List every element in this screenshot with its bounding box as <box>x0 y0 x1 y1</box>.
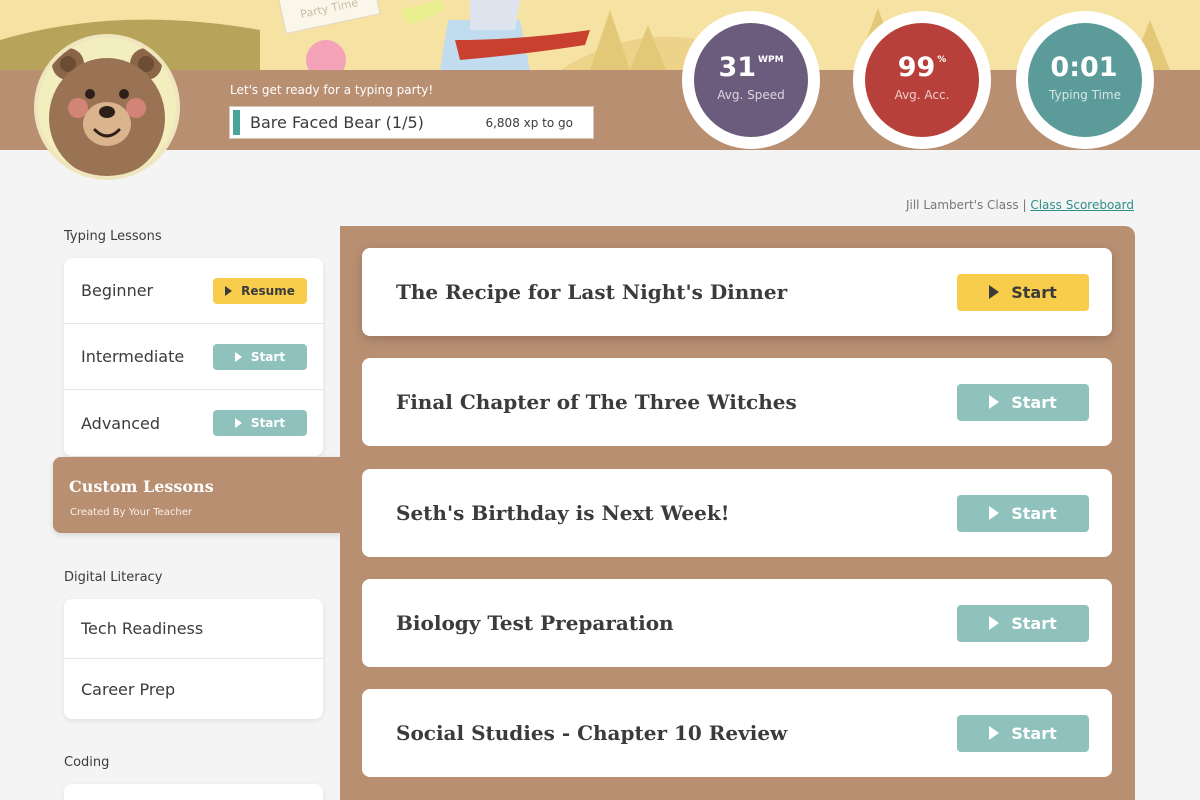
speed-label: Avg. Speed <box>717 88 785 102</box>
play-icon <box>989 285 1000 299</box>
sidebar-item-beginner[interactable]: Beginner Resume <box>64 258 323 324</box>
lesson-card[interactable]: The Recipe for Last Night's Dinner Start <box>362 248 1112 336</box>
start-lesson-button-label: Start <box>1011 613 1057 633</box>
level-accent <box>233 110 240 135</box>
typing-time-stat: 0:01 Typing Time <box>1016 11 1154 149</box>
header: Party Time Let's get ready for a typing … <box>0 0 1200 150</box>
play-icon <box>989 726 1000 740</box>
play-icon <box>989 395 1000 409</box>
typing-lessons-heading: Typing Lessons <box>64 229 162 244</box>
bear-icon <box>38 38 176 176</box>
play-icon <box>989 506 1000 520</box>
start-lesson-button[interactable]: Start <box>957 383 1089 421</box>
lesson-title: Social Studies - Chapter 10 Review <box>396 721 788 745</box>
play-icon <box>989 616 1000 630</box>
sidebar-item-custom-lessons[interactable]: Custom Lessons Created By Your Teacher <box>53 457 343 533</box>
sidebar-item-career-prep[interactable]: Career Prep <box>64 659 323 719</box>
sidebar-item-intermediate[interactable]: Intermediate Start <box>64 324 323 390</box>
start-button[interactable]: Start <box>213 410 307 436</box>
lesson-title: Seth's Birthday is Next Week! <box>396 501 730 525</box>
time-value: 0:01 <box>1050 52 1118 83</box>
xp-remaining: 6,808 xp to go <box>485 115 573 130</box>
lesson-title: The Recipe for Last Night's Dinner <box>396 280 788 304</box>
sidebar-item-label: Advanced <box>81 413 161 433</box>
avg-speed-stat: 31 WPM Avg. Speed <box>682 11 820 149</box>
sidebar-item-label: Intermediate <box>81 347 185 366</box>
digital-literacy-heading: Digital Literacy <box>64 570 163 585</box>
speed-value: 31 WPM <box>718 52 784 83</box>
class-info: Jill Lambert's Class | Class Scoreboard <box>906 198 1134 212</box>
start-lesson-button-label: Start <box>1011 392 1057 412</box>
sidebar-item-tech-readiness[interactable]: Tech Readiness <box>64 599 323 659</box>
start-lesson-button-label: Start <box>1011 282 1057 302</box>
play-icon <box>234 418 242 428</box>
start-button[interactable]: Start <box>213 343 307 370</box>
lesson-card[interactable]: Biology Test Preparation Start <box>362 579 1112 667</box>
level-progress-bar[interactable]: Bare Faced Bear (1/5) 6,808 xp to go <box>229 106 594 139</box>
start-lesson-button[interactable]: Start <box>957 494 1089 532</box>
lesson-card[interactable]: Final Chapter of The Three Witches Start <box>362 358 1112 446</box>
digital-literacy-menu: Tech Readiness Career Prep <box>64 599 323 719</box>
avg-accuracy-stat: 99% Avg. Acc. <box>853 11 991 149</box>
accuracy-value: 99% <box>897 52 947 83</box>
lesson-card[interactable]: Social Studies - Chapter 10 Review Start <box>362 689 1112 777</box>
start-lesson-button-label: Start <box>1011 503 1057 523</box>
resume-button-label: Resume <box>241 283 295 298</box>
start-button-label: Start <box>250 349 286 364</box>
custom-lessons-subtitle: Created By Your Teacher <box>70 507 193 518</box>
class-scoreboard-link[interactable]: Class Scoreboard <box>1030 198 1134 212</box>
start-lesson-button[interactable]: Start <box>957 714 1089 752</box>
coding-menu <box>64 784 323 800</box>
custom-lessons-title: Custom Lessons <box>69 477 214 496</box>
sidebar-item-label: Beginner <box>81 281 154 300</box>
welcome-message: Let's get ready for a typing party! <box>230 83 434 97</box>
time-label: Typing Time <box>1049 88 1121 102</box>
play-icon <box>234 351 242 362</box>
bear-avatar[interactable] <box>34 34 180 180</box>
level-name: Bare Faced Bear (1/5) <box>250 113 424 132</box>
class-name: Jill Lambert's Class <box>905 198 1019 212</box>
accuracy-label: Avg. Acc. <box>894 88 950 102</box>
resume-button[interactable]: Resume <box>213 277 307 304</box>
lesson-title: Final Chapter of The Three Witches <box>396 390 797 414</box>
sidebar-item-label: Career Prep <box>81 679 176 699</box>
class-separator: | <box>1022 198 1027 212</box>
start-lesson-button[interactable]: Start <box>957 604 1089 642</box>
start-lesson-button-label: Start <box>1011 723 1057 743</box>
sidebar-item-advanced[interactable]: Advanced Start <box>64 390 323 456</box>
lesson-title: Biology Test Preparation <box>396 611 674 635</box>
sidebar-item-label: Tech Readiness <box>81 619 204 638</box>
lesson-card[interactable]: Seth's Birthday is Next Week! Start <box>362 469 1112 557</box>
typing-lessons-menu: Beginner Resume Intermediate Start Advan… <box>64 258 323 456</box>
start-button-label: Start <box>250 416 286 430</box>
start-lesson-button[interactable]: Start <box>957 273 1089 311</box>
coding-heading: Coding <box>64 755 110 770</box>
play-icon <box>225 285 233 296</box>
